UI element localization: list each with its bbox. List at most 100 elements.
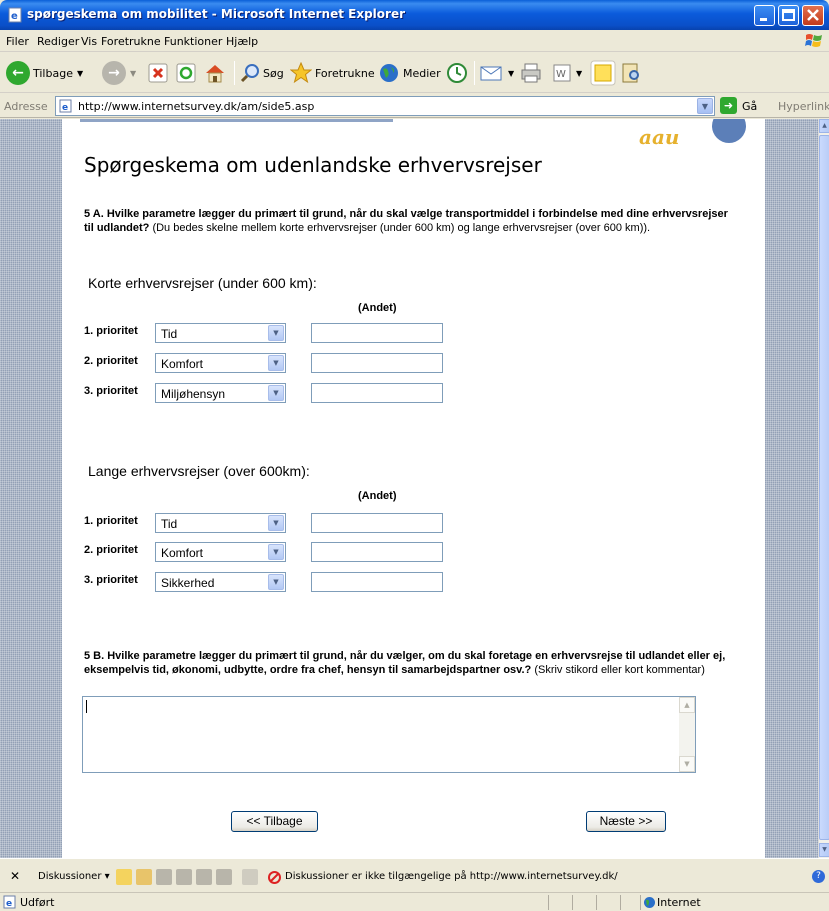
text-caret xyxy=(86,700,87,713)
toolbar: ← Tilbage ▼ → ▼ Søg Foretrukne Medier ▼ … xyxy=(0,53,829,93)
go-arrow-icon[interactable]: ➜ xyxy=(720,97,737,114)
mail-icon xyxy=(480,66,502,81)
menu-tools[interactable]: Funktioner xyxy=(164,35,222,48)
menu-view[interactable]: Vis xyxy=(81,35,97,48)
notes-icon xyxy=(590,60,616,86)
next-discussion-icon[interactable] xyxy=(216,869,232,885)
close-icon xyxy=(807,9,819,21)
favorites-star-icon xyxy=(290,62,312,84)
long-priority-2-value: Komfort xyxy=(161,546,204,560)
menu-bar: Filer Rediger Vis Foretrukne Funktioner … xyxy=(0,30,829,52)
menu-help[interactable]: Hjælp xyxy=(226,35,258,48)
search-icon xyxy=(240,64,259,83)
previous-discussion-icon[interactable] xyxy=(196,869,212,885)
back-label: Tilbage xyxy=(33,66,73,80)
internet-globe-icon xyxy=(644,897,655,908)
go-button[interactable]: Gå xyxy=(742,100,757,113)
subscribe-icon[interactable] xyxy=(242,869,258,885)
back-page-button[interactable]: << Tilbage xyxy=(231,811,318,832)
long-priority-1-value: Tid xyxy=(161,517,178,531)
refresh-button[interactable] xyxy=(176,59,196,87)
security-zone: Internet xyxy=(657,896,701,909)
long-priority-1-other-input[interactable] xyxy=(311,513,443,533)
short-priority-2-select[interactable]: Komfort ▼ xyxy=(155,353,286,373)
comment-textarea[interactable]: ▲ ▼ xyxy=(82,696,696,773)
scrollbar-thumb[interactable] xyxy=(819,135,829,840)
textarea-scrollbar[interactable]: ▲ ▼ xyxy=(679,697,695,772)
short-priority-1-label: 1. prioritet xyxy=(84,325,138,337)
close-discussions-icon[interactable]: ✕ xyxy=(10,869,20,883)
expand-discussions-icon[interactable] xyxy=(156,869,172,885)
long-priority-3-select[interactable]: Sikkerhed ▼ xyxy=(155,572,286,592)
discussions-menu[interactable]: Diskussioner ▾ xyxy=(38,871,110,882)
short-priority-3-select[interactable]: Miljøhensyn ▼ xyxy=(155,383,286,403)
mail-dropdown-icon[interactable]: ▼ xyxy=(508,69,514,78)
chevron-down-icon: ▼ xyxy=(268,355,284,371)
history-button[interactable] xyxy=(446,59,468,87)
favorites-label: Foretrukne xyxy=(315,66,375,80)
long-priority-2-select[interactable]: Komfort ▼ xyxy=(155,542,286,562)
short-priority-3-value: Miljøhensyn xyxy=(161,387,226,401)
close-button[interactable] xyxy=(802,5,824,26)
edit-button[interactable]: W ▼ xyxy=(552,59,582,87)
short-priority-2-other-input[interactable] xyxy=(311,353,443,373)
chevron-down-icon: ▼ xyxy=(268,544,284,560)
menu-favorites[interactable]: Foretrukne xyxy=(101,35,161,48)
scroll-down-icon[interactable]: ▼ xyxy=(819,843,829,857)
media-button[interactable]: Medier xyxy=(378,59,441,87)
chevron-down-icon: ▼ xyxy=(268,515,284,531)
short-other-header: (Andet) xyxy=(358,302,397,314)
discussions-label: Diskussioner xyxy=(38,871,102,882)
discussion-reply-icon[interactable] xyxy=(136,869,152,885)
chevron-down-icon: ▼ xyxy=(268,385,284,401)
favorites-button[interactable]: Foretrukne xyxy=(290,59,375,87)
back-dropdown-icon[interactable]: ▼ xyxy=(77,69,83,78)
maximize-icon xyxy=(782,9,795,21)
help-icon[interactable]: ? xyxy=(812,870,825,883)
edit-dropdown-icon[interactable]: ▼ xyxy=(576,69,582,78)
menu-file[interactable]: Filer xyxy=(6,35,29,48)
short-priority-1-other-input[interactable] xyxy=(311,323,443,343)
long-priority-1-select[interactable]: Tid ▼ xyxy=(155,513,286,533)
address-dropdown-icon[interactable]: ▼ xyxy=(697,98,713,114)
notes-button[interactable] xyxy=(590,59,616,87)
collapse-discussions-icon[interactable] xyxy=(176,869,192,885)
stop-button[interactable] xyxy=(148,59,168,87)
page-done-icon: e xyxy=(3,895,16,909)
short-priority-1-select[interactable]: Tid ▼ xyxy=(155,323,286,343)
scroll-down-icon[interactable]: ▼ xyxy=(679,756,695,772)
maximize-button[interactable] xyxy=(778,5,799,26)
header-strip xyxy=(80,119,393,122)
scroll-up-icon[interactable]: ▲ xyxy=(679,697,695,713)
short-priority-2-value: Komfort xyxy=(161,357,204,371)
links-button[interactable]: Hyperlinks xyxy=(778,100,829,113)
forward-button[interactable]: → ▼ xyxy=(102,59,136,87)
messenger-button[interactable] xyxy=(620,59,642,87)
long-priority-3-other-input[interactable] xyxy=(311,572,443,592)
address-input[interactable]: e http://www.internetsurvey.dk/am/side5.… xyxy=(55,96,715,116)
long-priority-2-label: 2. prioritet xyxy=(84,544,138,556)
page-scrollbar[interactable]: ▲ ▼ xyxy=(818,119,829,858)
mail-button[interactable]: ▼ xyxy=(480,59,514,87)
next-page-button[interactable]: Næste >> xyxy=(586,811,666,832)
long-priority-2-other-input[interactable] xyxy=(311,542,443,562)
svg-text:e: e xyxy=(6,899,12,909)
svg-text:e: e xyxy=(11,11,18,22)
forward-arrow-icon: → xyxy=(102,61,126,85)
home-button[interactable] xyxy=(204,59,226,87)
university-logo xyxy=(712,119,746,143)
address-label: Adresse xyxy=(4,100,48,113)
chevron-down-icon: ▼ xyxy=(268,325,284,341)
back-arrow-icon: ← xyxy=(6,61,30,85)
back-button[interactable]: ← Tilbage ▼ xyxy=(6,59,83,87)
discussions-message: Diskussioner er ikke tilgængelige på htt… xyxy=(285,871,618,882)
scroll-up-icon[interactable]: ▲ xyxy=(819,119,829,133)
forward-dropdown-icon[interactable]: ▼ xyxy=(130,69,136,78)
minimize-button[interactable] xyxy=(754,5,775,26)
short-priority-3-other-input[interactable] xyxy=(311,383,443,403)
print-button[interactable] xyxy=(520,59,542,87)
history-icon xyxy=(447,63,467,83)
menu-edit[interactable]: Rediger xyxy=(37,35,79,48)
search-button[interactable]: Søg xyxy=(240,59,284,87)
new-discussion-icon[interactable] xyxy=(116,869,132,885)
